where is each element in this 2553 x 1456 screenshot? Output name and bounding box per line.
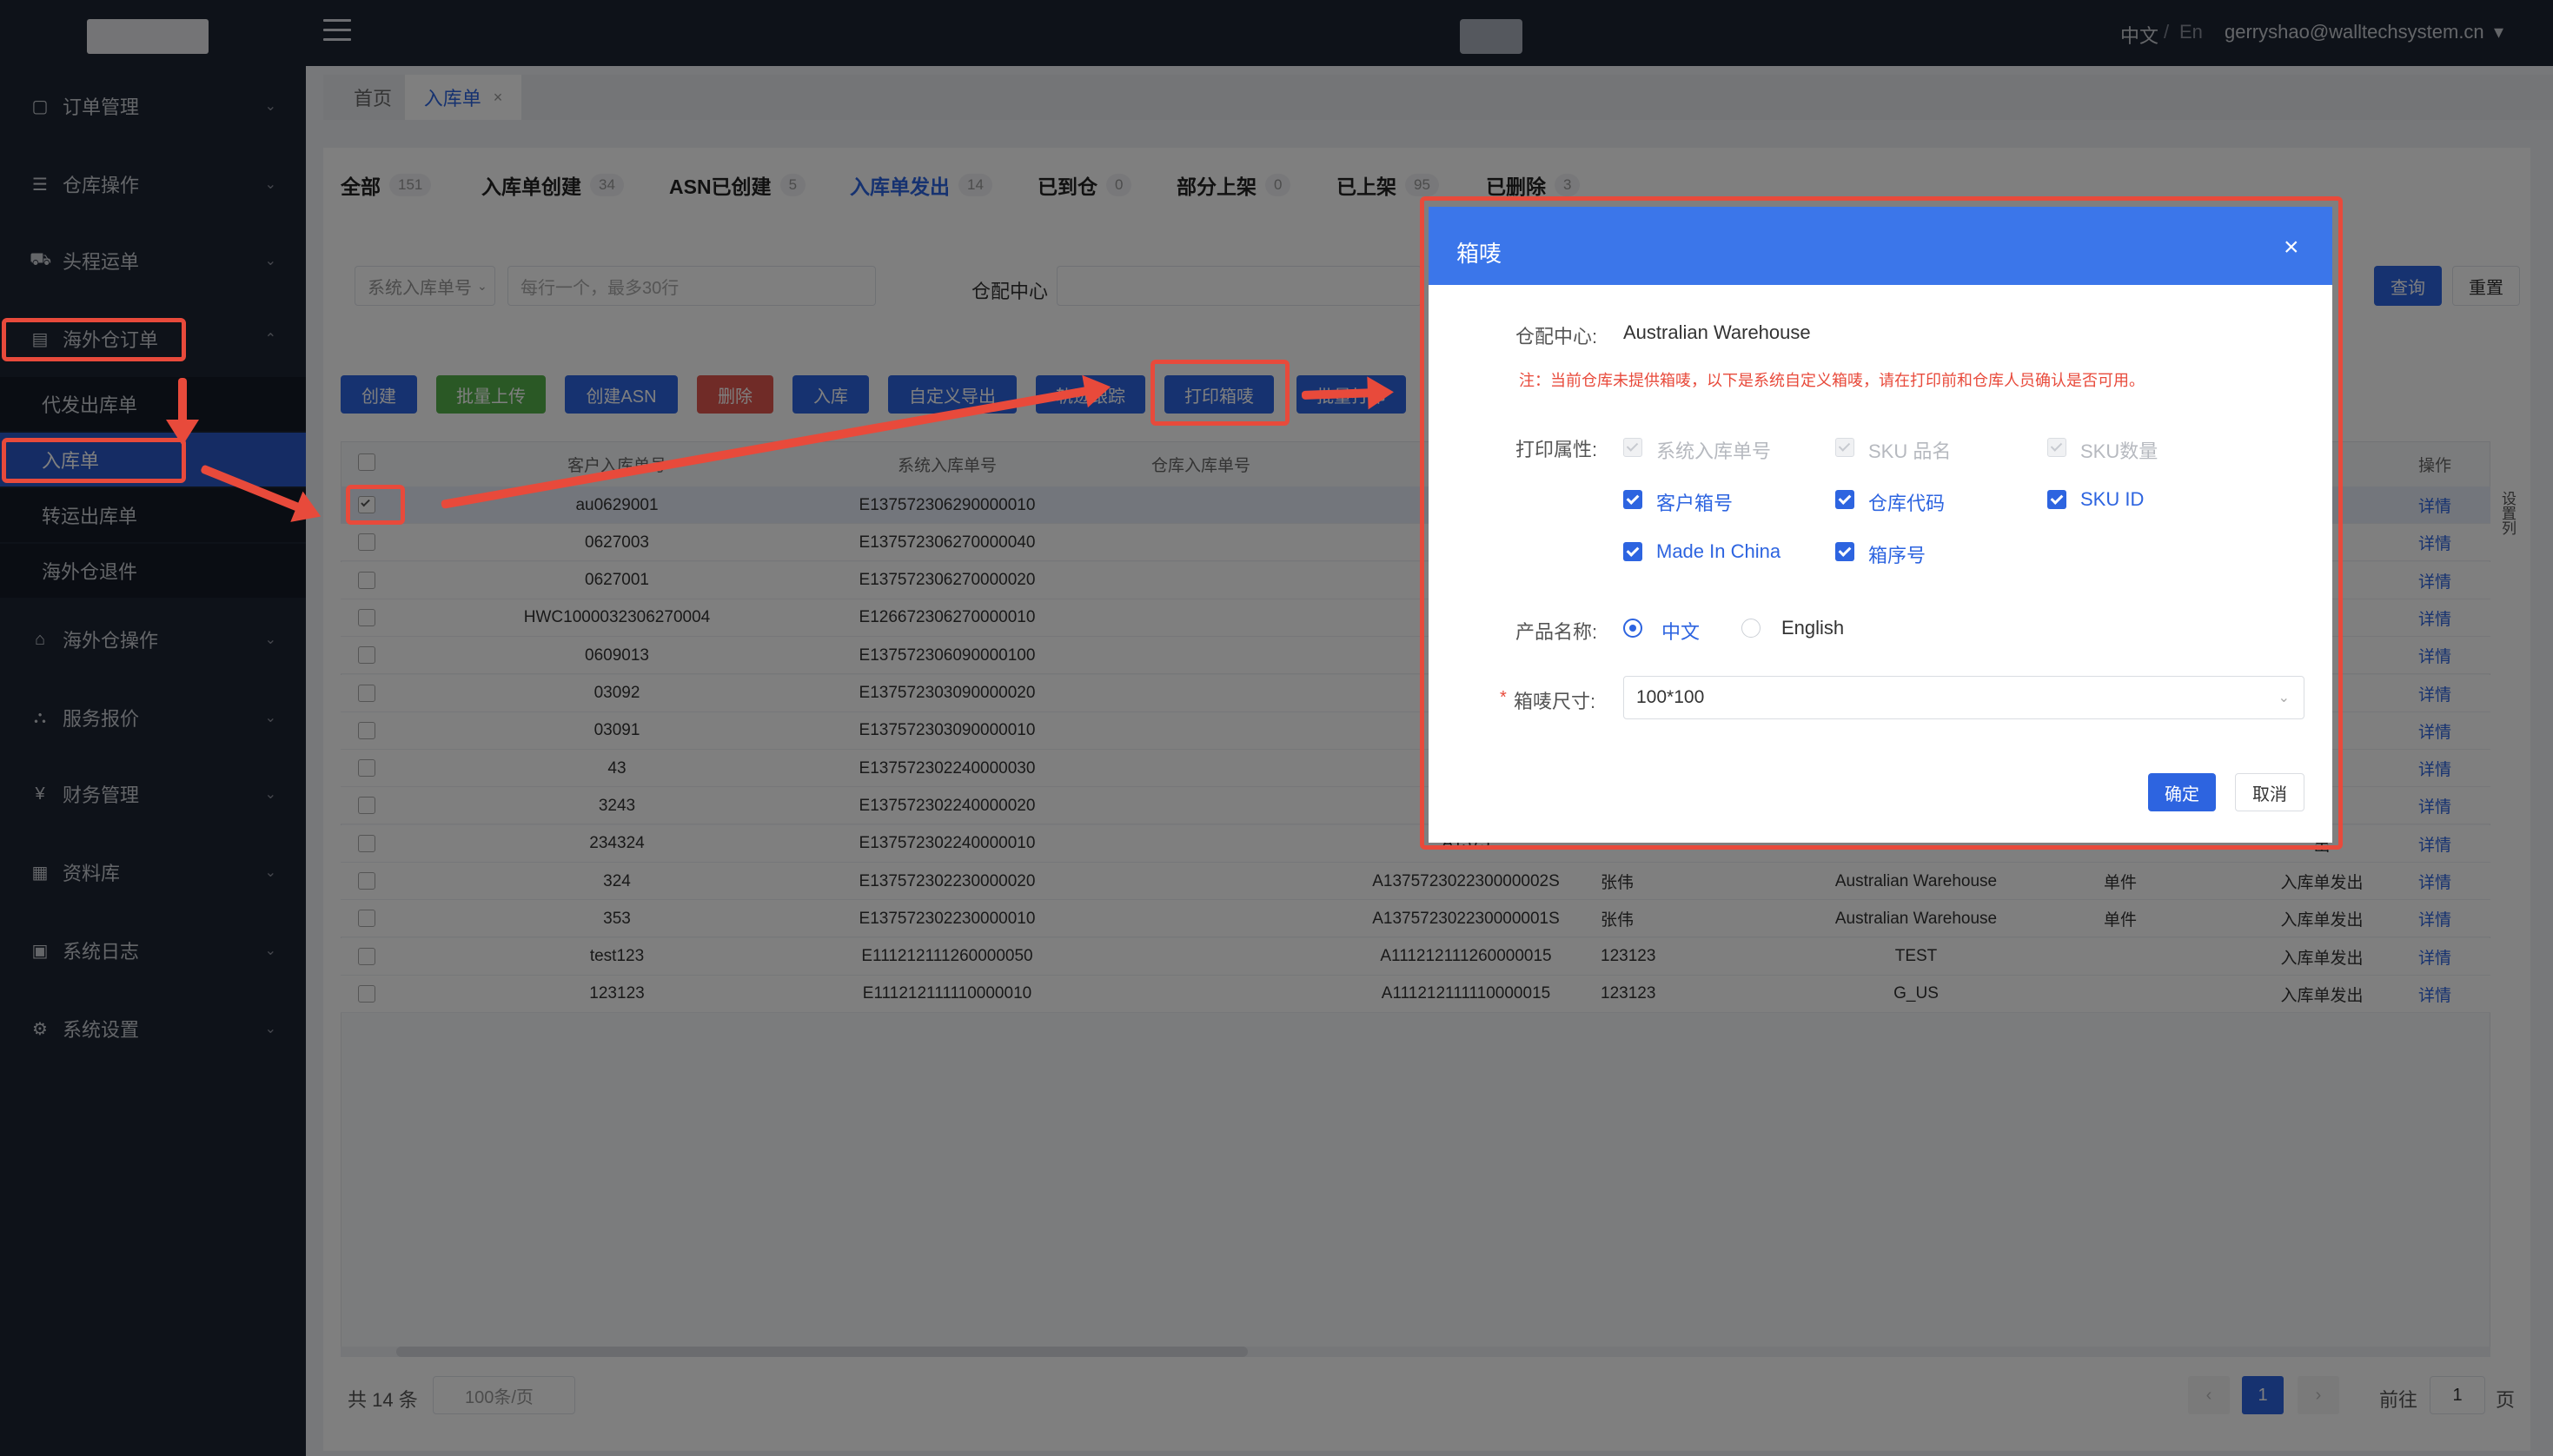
attr-label: 系统入库单号 xyxy=(1656,440,1772,462)
dialog-header xyxy=(1429,207,2332,285)
attr-label: SKU ID xyxy=(2080,488,2145,510)
radio-label: 中文 xyxy=(1661,621,1701,643)
attr-label: Made In China xyxy=(1656,540,1781,562)
attr-system-no-checkbox[interactable] xyxy=(1623,438,1642,457)
radio-label: English xyxy=(1781,617,1845,639)
annotation-box-print-button xyxy=(1151,360,1290,426)
attr-warehouse-code-checkbox[interactable] xyxy=(1835,490,1854,509)
center-label: 仓配中心: xyxy=(1515,326,1598,347)
annotation-box-overseas-orders xyxy=(2,318,186,361)
attr-sku-id-checkbox[interactable] xyxy=(2047,490,2066,509)
annotation-box-inbound xyxy=(2,438,186,483)
dialog-title: 箱唛 xyxy=(1456,241,1502,267)
product-en-radio[interactable] xyxy=(1741,619,1761,638)
attr-label: 箱序号 xyxy=(1868,545,1926,566)
annotation-box-row-checkbox xyxy=(346,485,405,525)
box-size-label: 箱唛尺寸: xyxy=(1514,691,1596,712)
product-name-label: 产品名称: xyxy=(1515,621,1598,643)
warning-note: 注：当前仓库未提供箱唛，以下是系统自定义箱唛，请在打印前和仓库人员确认是否可用。 xyxy=(1519,372,2145,389)
chevron-down-icon: ⌄ xyxy=(2278,691,2290,705)
attr-label: 客户箱号 xyxy=(1656,493,1734,514)
required-mark: * xyxy=(1500,688,1507,707)
cancel-button[interactable]: 取消 xyxy=(2235,773,2304,811)
confirm-button[interactable]: 确定 xyxy=(2148,773,2216,811)
attr-label: 仓库代码 xyxy=(1868,493,1946,514)
print-attributes-label: 打印属性: xyxy=(1515,439,1598,460)
box-label-dialog xyxy=(1429,207,2332,843)
box-size-select[interactable]: 100*100 ⌄ xyxy=(1623,676,2304,719)
attr-sku-name-checkbox[interactable] xyxy=(1835,438,1854,457)
close-icon[interactable]: × xyxy=(2284,233,2299,262)
select-value: 100*100 xyxy=(1636,687,1705,707)
attr-made-in-china-checkbox[interactable] xyxy=(1623,542,1642,561)
attr-customer-box-checkbox[interactable] xyxy=(1623,490,1642,509)
attr-sku-qty-checkbox[interactable] xyxy=(2047,438,2066,457)
attr-label: SKU 品名 xyxy=(1868,440,1952,462)
center-value: Australian Warehouse xyxy=(1623,321,1811,343)
product-zh-radio[interactable] xyxy=(1623,619,1642,638)
annotation-arrow xyxy=(178,378,187,427)
attr-box-seq-checkbox[interactable] xyxy=(1835,542,1854,561)
attr-label: SKU数量 xyxy=(2080,440,2158,462)
